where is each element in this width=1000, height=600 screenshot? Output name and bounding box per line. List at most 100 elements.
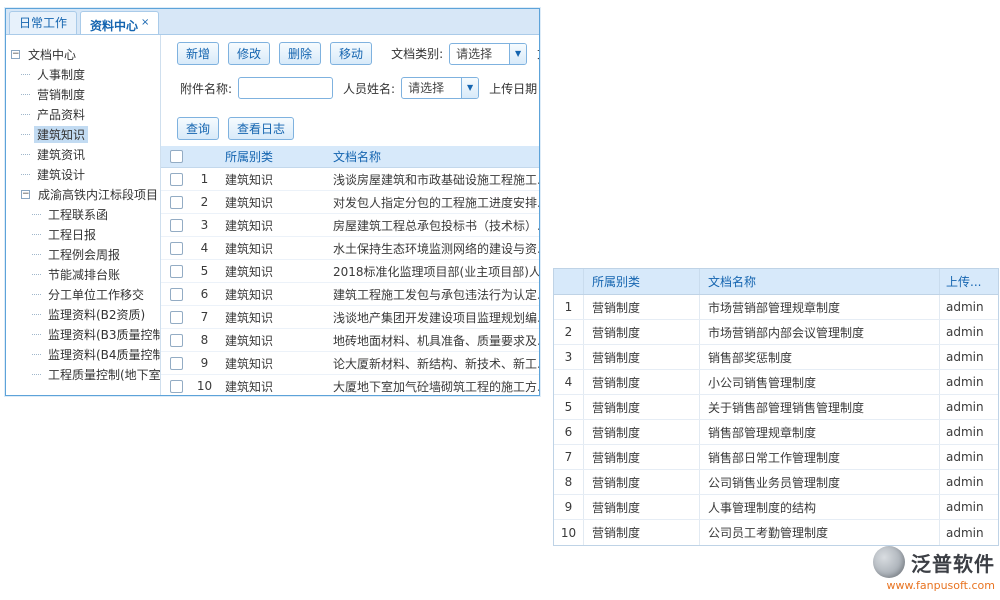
tree-item[interactable]: 产品资料 <box>6 104 160 124</box>
table-row[interactable]: 9营销制度人事管理制度的结构admin <box>554 495 998 520</box>
move-button[interactable]: 移动 <box>330 42 372 65</box>
person-name-value: 请选择 <box>402 78 461 98</box>
row-checkbox-cell <box>161 265 191 278</box>
tree-item[interactable]: 分工单位工作移交 <box>6 284 160 304</box>
tree-item[interactable]: 建筑知识 <box>6 124 160 144</box>
tree-item[interactable]: 工程日报 <box>6 224 160 244</box>
table-row[interactable]: 6建筑知识建筑工程施工发包与承包违法行为认定... <box>161 283 539 306</box>
doc-category-select[interactable]: 请选择 ▼ <box>449 43 527 65</box>
select-all-checkbox[interactable] <box>170 150 183 163</box>
building-documents-table: 所属别类 文档名称 1建筑知识浅谈房屋建筑和市政基础设施工程施工...2建筑知识… <box>161 146 539 395</box>
row-checkbox[interactable] <box>170 173 183 186</box>
tree-root[interactable]: − 文档中心 <box>6 44 160 64</box>
table-row[interactable]: 5建筑知识2018标准化监理项目部(业主项目部)人员... <box>161 260 539 283</box>
row-checkbox-cell <box>161 196 191 209</box>
row-category: 营销制度 <box>584 470 700 494</box>
tree-item[interactable]: −成渝高铁内江标段项目 <box>6 184 160 204</box>
tree-item[interactable]: 工程质量控制(地下室) <box>6 364 160 384</box>
person-name-select[interactable]: 请选择 ▼ <box>401 77 479 99</box>
add-button[interactable]: 新增 <box>177 42 219 65</box>
table-row[interactable]: 1营销制度市场营销部管理规章制度admin <box>554 295 998 320</box>
toolbar-row-1: 新增 修改 删除 移动 文档类别: 请选择 ▼ 文档 <box>177 42 539 65</box>
tree-item[interactable]: 建筑资讯 <box>6 144 160 164</box>
row-checkbox-cell <box>161 173 191 186</box>
row-checkbox-cell <box>161 242 191 255</box>
tree-item[interactable]: 营销制度 <box>6 84 160 104</box>
table-row[interactable]: 10营销制度公司员工考勤管理制度admin <box>554 520 998 545</box>
column-header-doc-name[interactable]: 文档名称 <box>700 269 940 294</box>
document-tree: − 文档中心 人事制度营销制度产品资料建筑知识建筑资讯建筑设计−成渝高铁内江标段… <box>6 35 161 395</box>
delete-button[interactable]: 删除 <box>279 42 321 65</box>
row-checkbox[interactable] <box>170 311 183 324</box>
column-header-category[interactable]: 所属别类 <box>584 269 700 294</box>
collapse-icon[interactable]: − <box>11 50 20 59</box>
row-checkbox[interactable] <box>170 196 183 209</box>
row-checkbox[interactable] <box>170 334 183 347</box>
row-category: 营销制度 <box>584 445 700 469</box>
table-row[interactable]: 2营销制度市场营销部内部会议管理制度admin <box>554 320 998 345</box>
row-checkbox-cell <box>161 219 191 232</box>
row-number: 9 <box>191 356 218 370</box>
query-button[interactable]: 查询 <box>177 117 219 140</box>
table-row[interactable]: 8建筑知识地砖地面材料、机具准备、质量要求及... <box>161 329 539 352</box>
tree-item[interactable]: 节能减排台账 <box>6 264 160 284</box>
table-row[interactable]: 1建筑知识浅谈房屋建筑和市政基础设施工程施工... <box>161 168 539 191</box>
tree-item[interactable]: 人事制度 <box>6 64 160 84</box>
row-doc-name: 市场营销部内部会议管理制度 <box>700 320 940 344</box>
row-checkbox[interactable] <box>170 219 183 232</box>
tab-close-icon[interactable]: × <box>141 17 149 28</box>
column-header-doc-name[interactable]: 文档名称 <box>326 148 539 165</box>
row-checkbox[interactable] <box>170 242 183 255</box>
tree-item-label: 工程例会周报 <box>45 246 123 263</box>
modify-button[interactable]: 修改 <box>228 42 270 65</box>
tree-branch-icon <box>21 74 30 75</box>
table-row[interactable]: 3营销制度销售部奖惩制度admin <box>554 345 998 370</box>
row-checkbox[interactable] <box>170 288 183 301</box>
table-row[interactable]: 4建筑知识水土保持生态环境监测网络的建设与资... <box>161 237 539 260</box>
column-header-uploader[interactable]: 上传... <box>940 269 998 294</box>
doc-category-value: 请选择 <box>450 44 509 64</box>
table-row[interactable]: 7建筑知识浅谈地产集团开发建设项目监理规划编... <box>161 306 539 329</box>
row-checkbox[interactable] <box>170 265 183 278</box>
tab-daily-work[interactable]: 日常工作 <box>9 11 77 34</box>
tree-item[interactable]: 监理资料(B4质量控制) <box>6 344 160 364</box>
table-row[interactable]: 9建筑知识论大厦新材料、新结构、新技术、新工... <box>161 352 539 375</box>
row-number: 6 <box>554 420 584 444</box>
row-category: 建筑知识 <box>218 378 326 395</box>
table-row[interactable]: 5营销制度关于销售部管理销售管理制度admin <box>554 395 998 420</box>
row-checkbox-cell <box>161 357 191 370</box>
row-checkbox[interactable] <box>170 380 183 393</box>
table-row[interactable]: 3建筑知识房屋建筑工程总承包投标书（技术标）... <box>161 214 539 237</box>
tab-data-center[interactable]: 资料中心× <box>80 11 159 34</box>
row-number: 2 <box>191 195 218 209</box>
tree-item[interactable]: 建筑设计 <box>6 164 160 184</box>
row-doc-name: 大厦地下室加气砼墙砌筑工程的施工方... <box>326 378 539 395</box>
attachment-name-input[interactable] <box>238 77 333 99</box>
row-category: 建筑知识 <box>218 309 326 326</box>
column-header-category[interactable]: 所属别类 <box>218 148 326 165</box>
row-number: 5 <box>191 264 218 278</box>
table-row[interactable]: 4营销制度小公司销售管理制度admin <box>554 370 998 395</box>
tree-item[interactable]: 工程联系函 <box>6 204 160 224</box>
table-row[interactable]: 6营销制度销售部管理规章制度admin <box>554 420 998 445</box>
table-row[interactable]: 7营销制度销售部日常工作管理制度admin <box>554 445 998 470</box>
row-number: 7 <box>191 310 218 324</box>
marketing-documents-table: 所属别类 文档名称 上传... 1营销制度市场营销部管理规章制度admin2营销… <box>553 268 999 546</box>
row-checkbox-cell <box>161 334 191 347</box>
table-row[interactable]: 2建筑知识对发包人指定分包的工程施工进度安排... <box>161 191 539 214</box>
row-doc-name: 建筑工程施工发包与承包违法行为认定... <box>326 286 539 303</box>
row-category: 建筑知识 <box>218 332 326 349</box>
toolbar-row-3: 查询 查看日志 <box>177 117 303 140</box>
table-row[interactable]: 10建筑知识大厦地下室加气砼墙砌筑工程的施工方... <box>161 375 539 395</box>
chevron-down-icon: ▼ <box>509 44 526 64</box>
tree-item[interactable]: 工程例会周报 <box>6 244 160 264</box>
tree-branch-icon <box>21 94 30 95</box>
row-number: 1 <box>191 172 218 186</box>
row-checkbox[interactable] <box>170 357 183 370</box>
tree-item[interactable]: 监理资料(B2资质) <box>6 304 160 324</box>
collapse-icon[interactable]: − <box>21 190 30 199</box>
view-log-button[interactable]: 查看日志 <box>228 117 294 140</box>
table-row[interactable]: 8营销制度公司销售业务员管理制度admin <box>554 470 998 495</box>
row-uploader: admin <box>940 495 998 519</box>
tree-item[interactable]: 监理资料(B3质量控制) <box>6 324 160 344</box>
